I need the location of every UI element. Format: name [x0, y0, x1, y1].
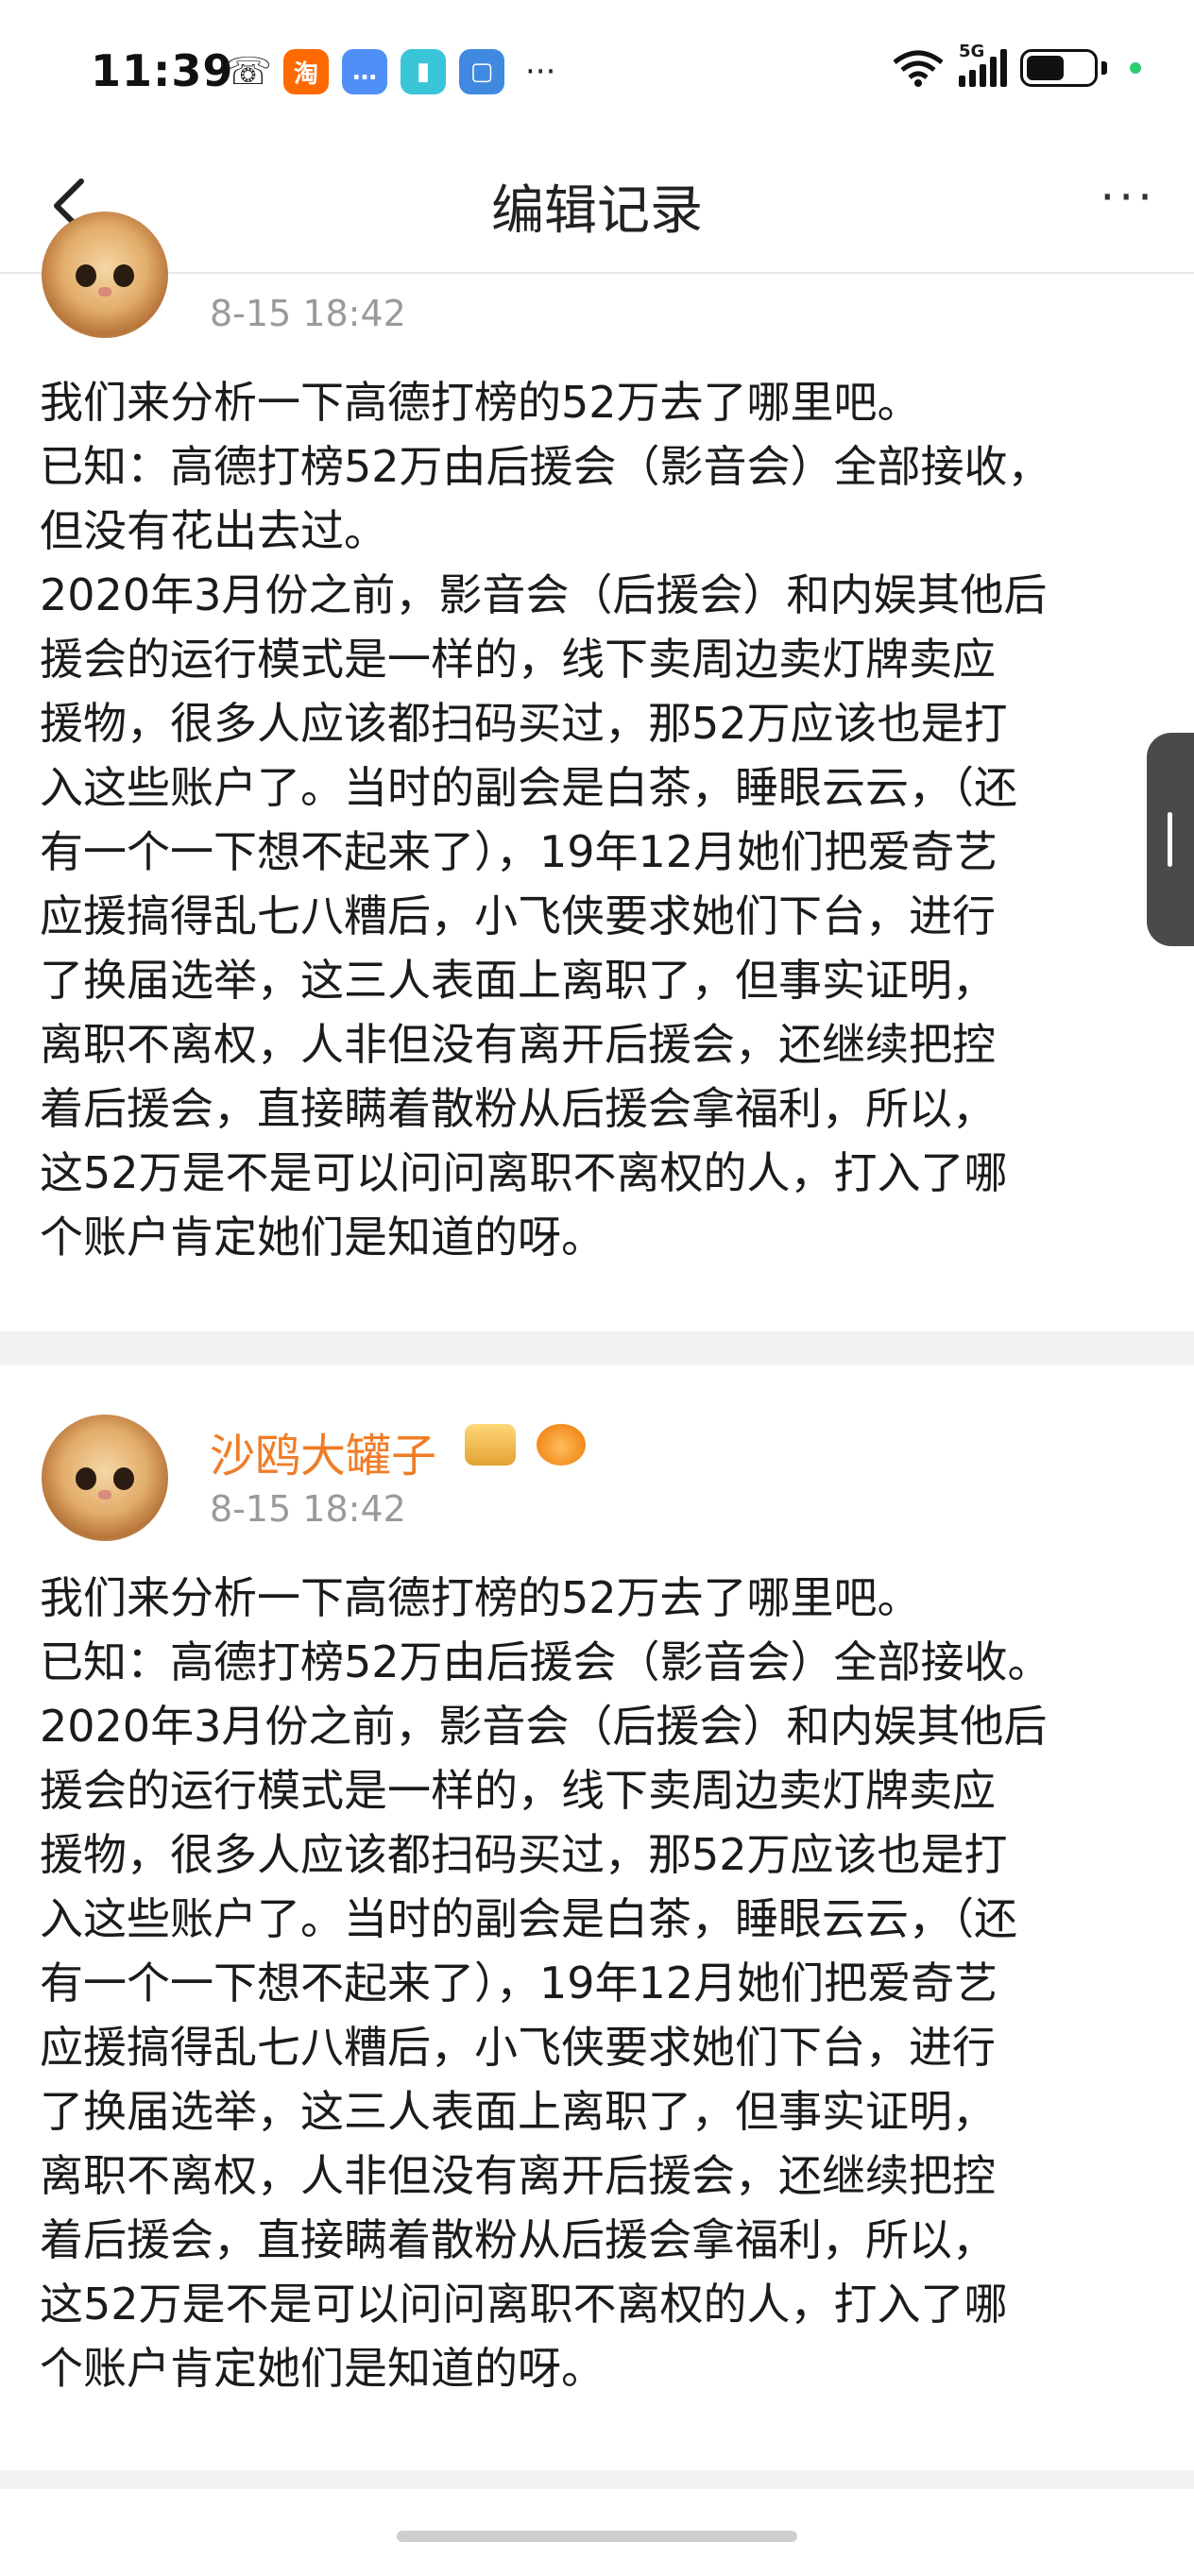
home-indicator[interactable] [397, 2531, 797, 2542]
content-line: 个账户肯定她们是知道的呀。 [40, 2343, 605, 2394]
content-line: 这52万是不是可以问问离职不离权的人，打入了哪 [40, 1147, 1008, 1198]
username[interactable]: 沙鸥大罐子 [210, 1418, 436, 1484]
content-line: 援会的运行模式是一样的，线下卖周边卖灯牌卖应 [40, 1765, 996, 1816]
more-notifications-icon: ··· [525, 53, 556, 91]
grip-icon [1168, 812, 1172, 867]
battery-icon [1020, 49, 1098, 87]
battery-tip [1101, 61, 1107, 75]
cellular-signal-icon: 5G [959, 42, 1007, 87]
content-line: 有一个一下想不起来了），19年12月她们把爱奇艺 [40, 826, 998, 877]
fish-badge-icon[interactable] [537, 1424, 586, 1466]
section-divider [0, 1331, 1194, 1365]
more-options-icon[interactable]: ··· [1100, 170, 1156, 225]
navigation-bar: 编辑记录 ··· [0, 142, 1194, 274]
content-line: 2020年3月份之前，影音会（后援会）和内娱其他后 [40, 1701, 1048, 1752]
content-line: 了换届选举，这三人表面上离职了，但事实证明， [40, 2086, 996, 2137]
edit-record: 沙鸥大罐子 8-15 18:42 我们来分析一下高德打榜的52万去了哪里吧。 已… [0, 1365, 1194, 2470]
section-divider [0, 2470, 1194, 2489]
content-line: 应援搞得乱七八糟后，小飞侠要求她们下台，进行 [40, 890, 996, 941]
content-line: 应援搞得乱七八糟后，小飞侠要求她们下台，进行 [40, 2022, 996, 2073]
content-line: 2020年3月份之前，影音会（后援会）和内娱其他后 [40, 569, 1048, 620]
privacy-indicator-dot [1130, 62, 1141, 74]
content-line: 有一个一下想不起来了），19年12月她们把爱奇艺 [40, 1957, 998, 2008]
content-line: 援物，很多人应该都扫码买过，那52万应该也是打 [40, 1829, 1008, 1880]
notification-icons: ☏ 淘 … ▮ ▢ ··· [225, 49, 555, 94]
content-line: 已知：高德打榜52万由后援会（影音会）全部接收。 [40, 1636, 1051, 1687]
content-line: 这52万是不是可以问问离职不离权的人，打入了哪 [40, 2279, 1008, 2330]
avatar[interactable] [42, 1415, 168, 1541]
content-line: 离职不离权，人非但没有离开后援会，还继续把控 [40, 2150, 996, 2201]
side-scroll-handle[interactable] [1147, 733, 1194, 946]
book-icon: ▮ [401, 49, 446, 94]
content-line: 个账户肯定她们是知道的呀。 [40, 1212, 605, 1263]
post-content: 我们来分析一下高德打榜的52万去了哪里吧。 已知：高德打榜52万由后援会（影音会… [40, 1566, 1164, 2400]
missed-call-icon: ☏ [225, 50, 273, 93]
page-title: 编辑记录 [491, 180, 703, 242]
avatar[interactable] [42, 212, 168, 338]
content-line: 援会的运行模式是一样的，线下卖周边卖灯牌卖应 [40, 634, 996, 685]
crown-badge-icon[interactable] [465, 1424, 516, 1466]
wifi-icon [893, 50, 944, 87]
content-line: 援物，很多人应该都扫码买过，那52万应该也是打 [40, 698, 1008, 749]
system-status-icons: 5G [891, 42, 1141, 87]
post-timestamp: 8-15 18:42 [210, 293, 406, 334]
content-line: 入这些账户了。当时的副会是白茶，睡眼云云，（还 [40, 1893, 1017, 1944]
content-line: 入这些账户了。当时的副会是白茶，睡眼云云，（还 [40, 762, 1017, 813]
post-content: 我们来分析一下高德打榜的52万去了哪里吧。 已知：高德打榜52万由后援会（影音会… [40, 370, 1164, 1269]
content-line: 着后援会，直接瞒着散粉从后援会拿福利，所以， [40, 2214, 996, 2265]
chat-icon: … [342, 49, 387, 94]
network-type: 5G [959, 42, 985, 61]
status-bar: 11:39 ☏ 淘 … ▮ ▢ ··· 5G [0, 0, 1194, 142]
status-time: 11:39 [91, 45, 234, 96]
content-line: 我们来分析一下高德打榜的52万去了哪里吧。 [40, 1572, 921, 1623]
content-line: 我们来分析一下高德打榜的52万去了哪里吧。 [40, 377, 921, 428]
content-line: 但没有花出去过。 [40, 505, 387, 556]
content-line: 着后援会，直接瞒着散粉从后援会拿福利，所以， [40, 1083, 996, 1134]
content-line: 已知：高德打榜52万由后援会（影音会）全部接收， [40, 441, 1051, 492]
post-timestamp: 8-15 18:42 [210, 1488, 406, 1530]
notes-icon: ▢ [459, 49, 504, 94]
content-line: 离职不离权，人非但没有离开后援会，还继续把控 [40, 1019, 996, 1070]
content-line: 了换届选举，这三人表面上离职了，但事实证明， [40, 955, 996, 1006]
taobao-icon: 淘 [283, 49, 329, 94]
edit-record: 8-15 18:42 我们来分析一下高德打榜的52万去了哪里吧。 已知：高德打榜… [0, 212, 1194, 1331]
